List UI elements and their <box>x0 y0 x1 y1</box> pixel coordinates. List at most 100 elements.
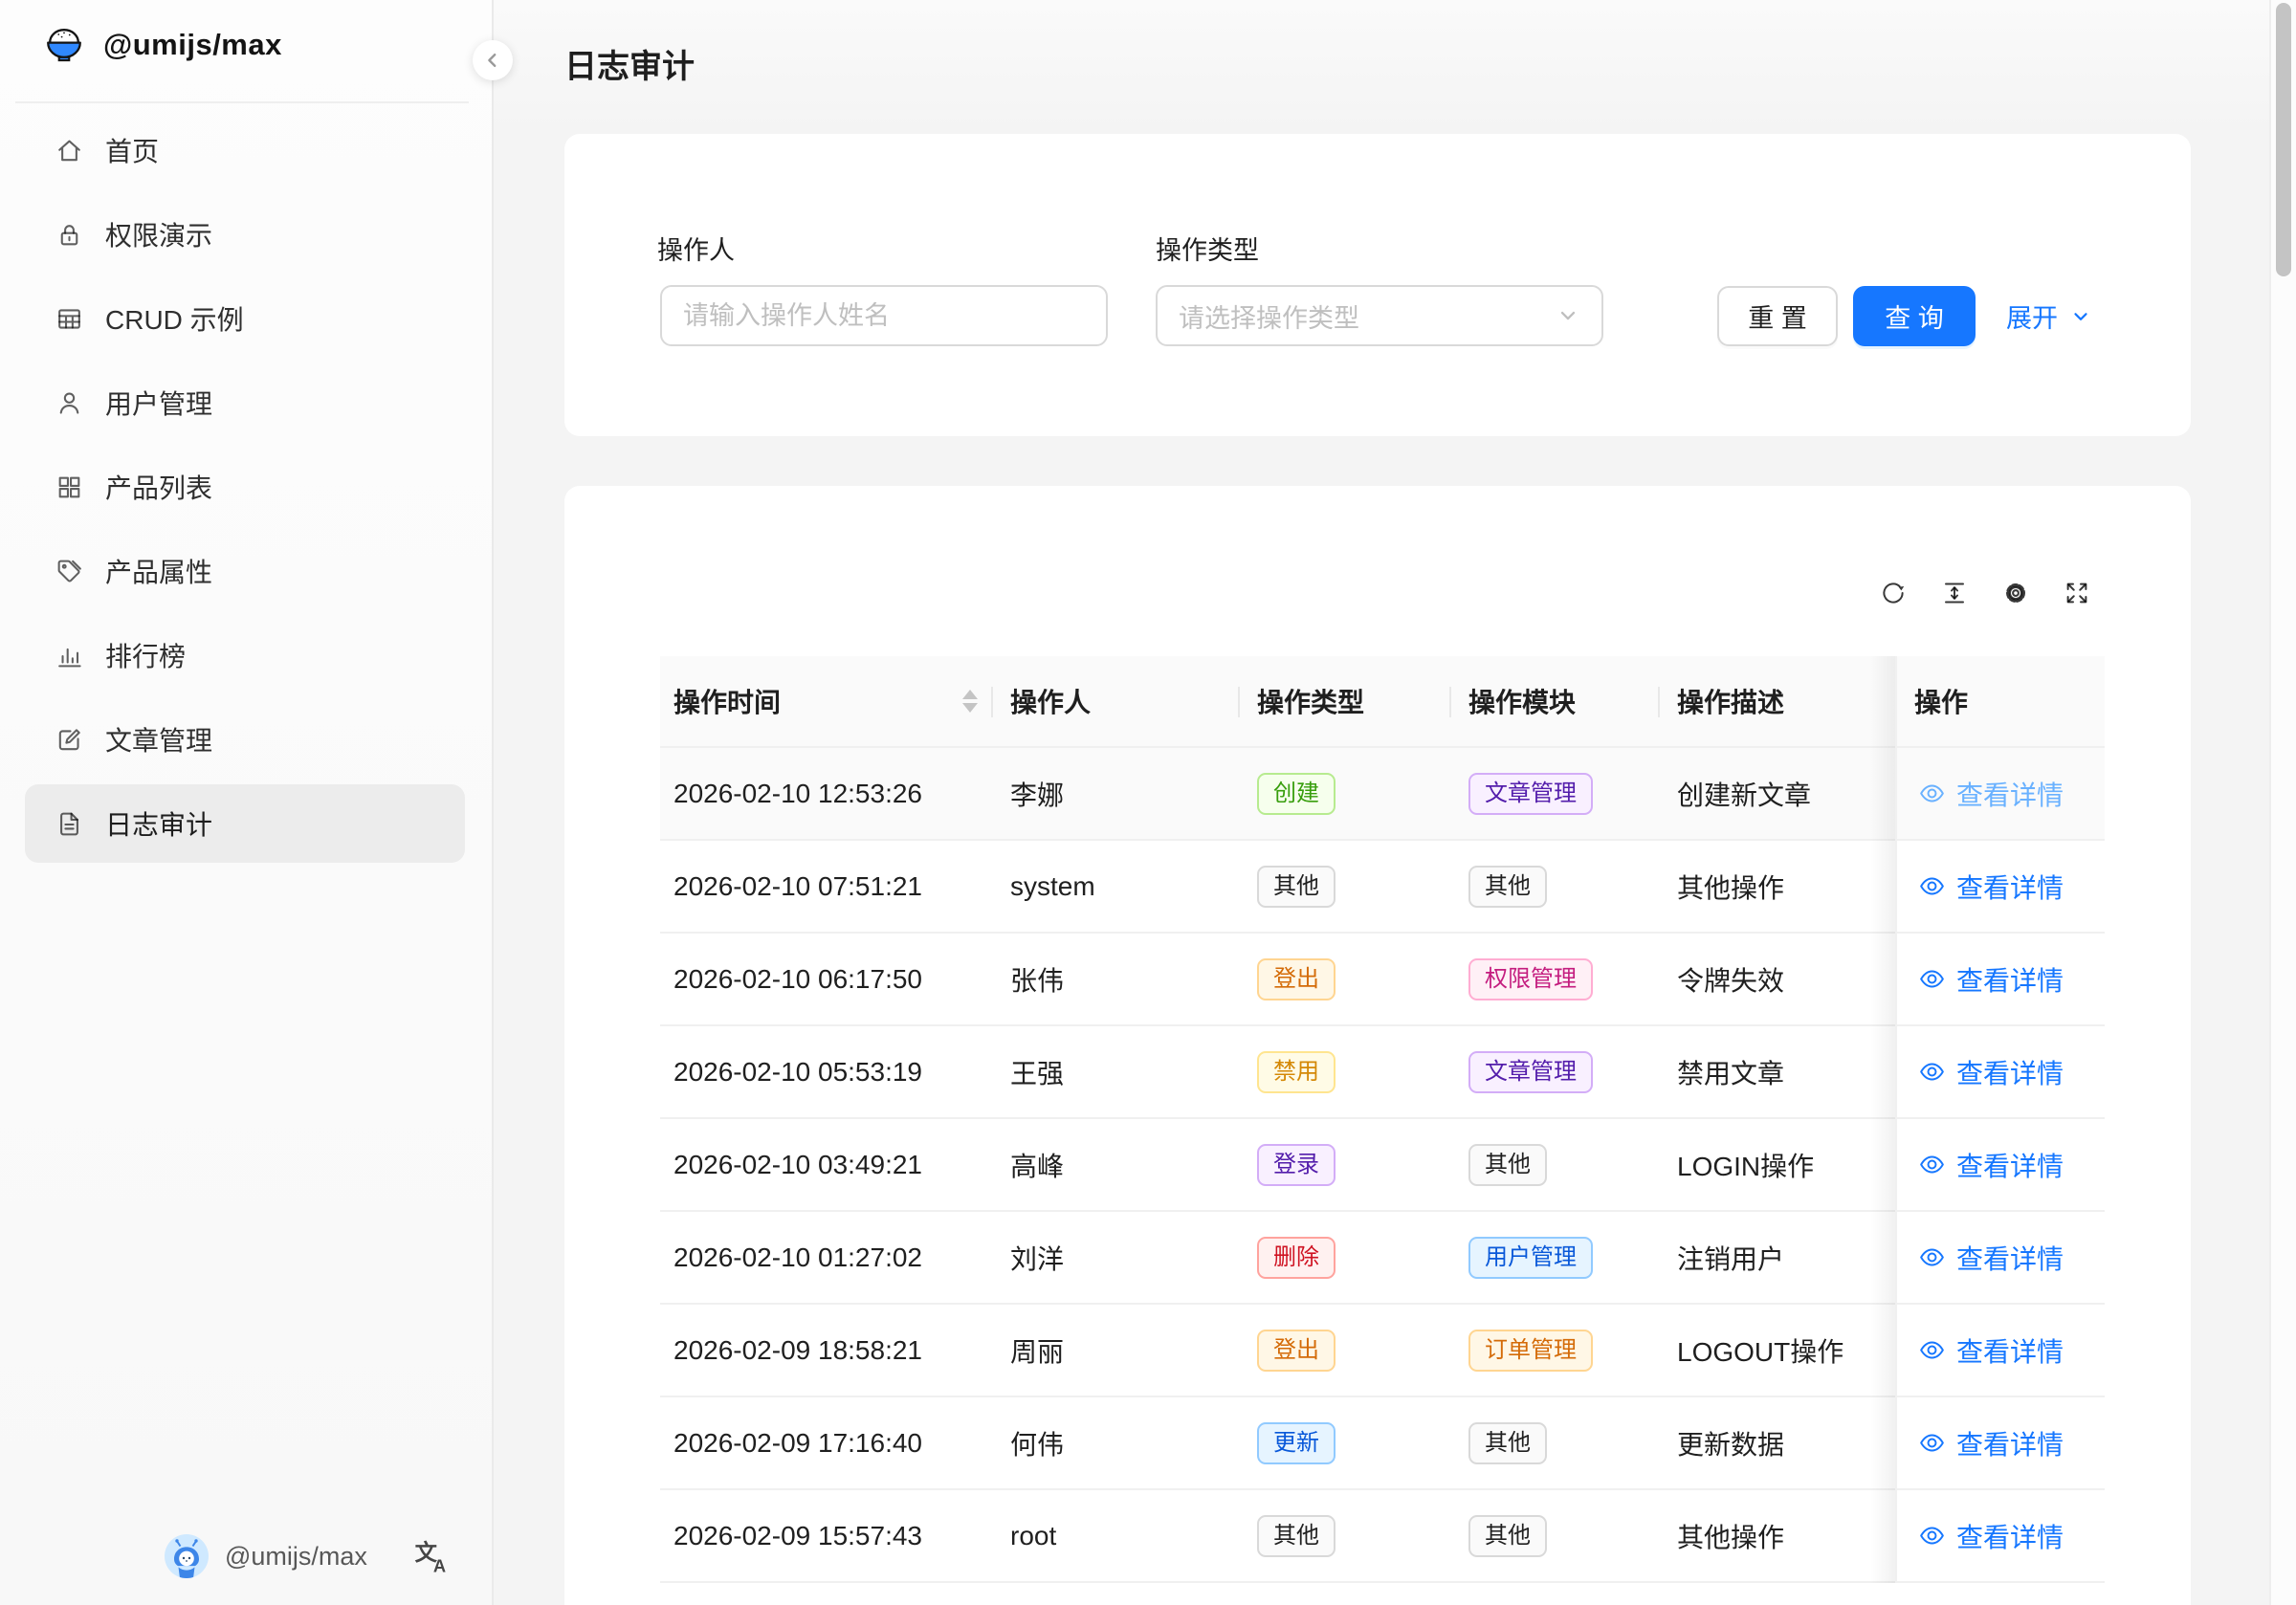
sidebar-item-crud-example[interactable]: CRUD 示例 <box>25 279 465 358</box>
cell-operation-time: 2026-02-09 17:16:40 <box>660 1397 993 1488</box>
cell-operation-description: 其他操作 <box>1660 841 1895 932</box>
view-detail-link[interactable]: 查看详情 <box>1918 1331 2064 1370</box>
view-detail-label: 查看详情 <box>1956 775 2064 813</box>
view-detail-label: 查看详情 <box>1956 1239 2064 1277</box>
app-logo[interactable]: @umijs/max <box>42 23 282 67</box>
operation-module-tag: 订单管理 <box>1468 1330 1593 1372</box>
translate-icon[interactable] <box>413 1537 452 1575</box>
expand-link[interactable]: 展开 <box>2006 286 2092 346</box>
operation-module-tag: 其他 <box>1468 1515 1547 1557</box>
view-detail-link[interactable]: 查看详情 <box>1918 868 2064 906</box>
sidebar-item-log-audit[interactable]: 日志审计 <box>25 784 465 863</box>
cell-operation-module: 权限管理 <box>1451 934 1660 1024</box>
sidebar-item-user-management[interactable]: 用户管理 <box>25 363 465 442</box>
column-height-icon[interactable] <box>1940 579 1969 607</box>
operation-type-tag: 登录 <box>1257 1144 1336 1186</box>
column-header-time[interactable]: 操作时间 <box>660 656 993 746</box>
cell-operation-module: 其他 <box>1451 841 1660 932</box>
cell-operation-description: 注销用户 <box>1660 1212 1895 1303</box>
view-detail-link[interactable]: 查看详情 <box>1918 1053 2064 1091</box>
footer-username[interactable]: @umijs/max <box>225 1542 367 1572</box>
operation-module-tag: 其他 <box>1468 1422 1547 1464</box>
setting-icon[interactable] <box>2001 579 2030 607</box>
pro-table-card: 操作时间 操作人 操作类型 操作模块 操作描述 操作 2026-02-10 12… <box>564 486 2191 1605</box>
operation-type-tag: 删除 <box>1257 1237 1336 1279</box>
user-avatar[interactable] <box>165 1534 209 1578</box>
cell-action: 查看详情 <box>1895 934 2105 1024</box>
sidebar-item-label: 产品列表 <box>105 468 212 506</box>
page-title: 日志审计 <box>564 40 695 87</box>
cell-operation-module: 订单管理 <box>1451 1305 1660 1396</box>
sidebar-divider <box>15 101 469 103</box>
operation-type-field-label: 操作类型 <box>1156 230 1259 267</box>
sidebar-item-label: 排行榜 <box>105 636 186 674</box>
cell-operation-module: 文章管理 <box>1451 748 1660 839</box>
view-detail-link[interactable]: 查看详情 <box>1918 1424 2064 1462</box>
sidebar-item-product-attributes[interactable]: 产品属性 <box>25 532 465 610</box>
cell-operator: 张伟 <box>993 934 1240 1024</box>
cell-operation-module: 其他 <box>1451 1490 1660 1581</box>
edit-icon <box>55 725 84 755</box>
caret-up-icon <box>962 690 978 699</box>
sidebar-item-label: 日志审计 <box>105 804 212 843</box>
user-icon <box>55 388 84 418</box>
eye-icon <box>1918 965 1946 993</box>
view-detail-label: 查看详情 <box>1956 1146 2064 1184</box>
sidebar-item-label: 用户管理 <box>105 384 212 422</box>
lock-icon <box>55 220 84 250</box>
eye-icon <box>1918 1058 1946 1086</box>
cell-operation-type: 其他 <box>1240 841 1451 932</box>
sidebar-item-label: 文章管理 <box>105 720 212 759</box>
sidebar-item-home[interactable]: 首页 <box>25 111 465 189</box>
cell-operation-time: 2026-02-09 18:58:21 <box>660 1305 993 1396</box>
cell-operation-type: 创建 <box>1240 748 1451 839</box>
cell-operator: 王强 <box>993 1026 1240 1117</box>
view-detail-label: 查看详情 <box>1956 868 2064 906</box>
bar-chart-icon <box>55 641 84 671</box>
sidebar-item-ranking[interactable]: 排行榜 <box>25 616 465 694</box>
sidebar-item-label: 权限演示 <box>105 215 212 253</box>
sidebar-item-permission-demo[interactable]: 权限演示 <box>25 195 465 274</box>
audit-log-table: 操作时间 操作人 操作类型 操作模块 操作描述 操作 2026-02-10 12… <box>660 656 2105 1583</box>
operator-input[interactable] <box>660 285 1108 346</box>
chevron-down-icon <box>1556 303 1580 328</box>
view-detail-link[interactable]: 查看详情 <box>1918 1517 2064 1555</box>
operation-module-tag: 用户管理 <box>1468 1237 1593 1279</box>
view-detail-link[interactable]: 查看详情 <box>1918 775 2064 813</box>
reset-button[interactable]: 重 置 <box>1717 286 1838 346</box>
sidebar-collapse-button[interactable] <box>473 40 513 80</box>
cell-operator: 高峰 <box>993 1119 1240 1210</box>
caret-down-icon <box>962 703 978 713</box>
cell-action: 查看详情 <box>1895 1119 2105 1210</box>
view-detail-link[interactable]: 查看详情 <box>1918 1239 2064 1277</box>
eye-icon <box>1918 1151 1946 1178</box>
operation-type-select[interactable]: 请选择操作类型 <box>1156 285 1603 346</box>
operation-type-tag: 更新 <box>1257 1422 1336 1464</box>
cell-operation-module: 其他 <box>1451 1397 1660 1488</box>
query-filter-card: 操作人 操作类型 请选择操作类型 重 置 查 询 展开 <box>564 134 2191 436</box>
cell-operation-time: 2026-02-10 06:17:50 <box>660 934 993 1024</box>
table-row: 2026-02-10 12:53:26 李娜 创建 文章管理 创建新文章 查看详… <box>660 748 2105 841</box>
table-row: 2026-02-09 17:16:40 何伟 更新 其他 更新数据 查看详情 <box>660 1397 2105 1490</box>
column-header-operator: 操作人 <box>993 656 1240 746</box>
page-scrollbar-track <box>2269 0 2296 1605</box>
file-text-icon <box>55 809 84 839</box>
sidebar-item-product-list[interactable]: 产品列表 <box>25 448 465 526</box>
operation-type-tag: 登出 <box>1257 1330 1336 1372</box>
main-content: 日志审计 操作人 操作类型 请选择操作类型 重 置 查 询 展开 <box>494 0 2296 1605</box>
eye-icon <box>1918 872 1946 900</box>
cell-operation-time: 2026-02-10 03:49:21 <box>660 1119 993 1210</box>
fullscreen-icon[interactable] <box>2063 579 2091 607</box>
reload-icon[interactable] <box>1879 579 1908 607</box>
search-button[interactable]: 查 询 <box>1853 286 1976 346</box>
cell-operation-type: 其他 <box>1240 1490 1451 1581</box>
view-detail-link[interactable]: 查看详情 <box>1918 1146 2064 1184</box>
chevron-left-icon <box>481 49 504 72</box>
operation-type-tag: 登出 <box>1257 958 1336 1000</box>
sidebar-item-article-management[interactable]: 文章管理 <box>25 700 465 779</box>
cell-operation-time: 2026-02-10 01:27:02 <box>660 1212 993 1303</box>
table-body: 2026-02-10 12:53:26 李娜 创建 文章管理 创建新文章 查看详… <box>660 748 2105 1583</box>
page-scrollbar-thumb[interactable] <box>2276 3 2291 276</box>
view-detail-link[interactable]: 查看详情 <box>1918 960 2064 999</box>
expand-label: 展开 <box>2006 297 2058 335</box>
